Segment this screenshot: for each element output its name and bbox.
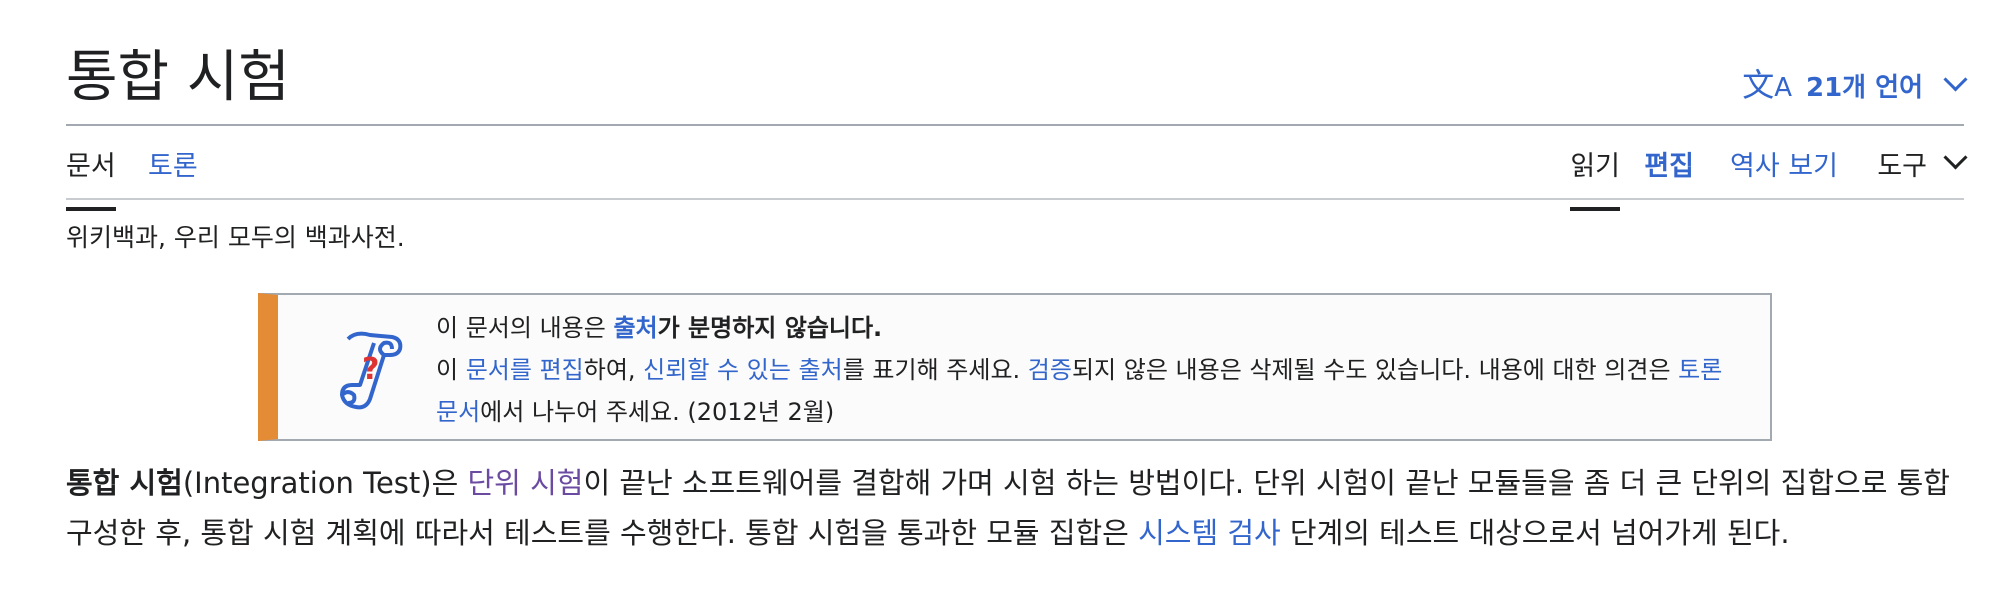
language-button-label: 21개 언어 xyxy=(1806,72,1923,103)
translate-icon: 文A xyxy=(1742,66,1792,104)
link-reliable-sources[interactable]: 신뢰할 수 있는 출처 xyxy=(643,356,843,384)
chevron-down-icon xyxy=(1943,145,1968,170)
svg-text:?: ? xyxy=(362,352,379,387)
page-tabs: 문서 토론 읽기 편집 역사 보기 도구 xyxy=(66,126,1968,211)
tools-menu[interactable]: 도구 xyxy=(1877,144,1968,207)
site-tagline: 위키백과, 우리 모두의 백과사전. xyxy=(66,223,405,252)
notice-text: 이 문서의 내용은 출처가 분명하지 않습니다. 이 문서를 편집하여, 신뢰할… xyxy=(436,307,1742,433)
link-edit-article[interactable]: 문서를 편집 xyxy=(466,356,584,384)
article-intro-paragraph: 통합 시험(Integration Test)은 단위 시험이 끝난 소프트웨어… xyxy=(66,466,1950,550)
notice-line-2: 이 문서를 편집하여, 신뢰할 수 있는 출처를 표기해 주세요. 검증되지 않… xyxy=(436,356,1723,426)
link-unit-test[interactable]: 단위 시험 xyxy=(467,466,583,500)
link-system-test[interactable]: 시스템 검사 xyxy=(1138,516,1281,550)
tab-read[interactable]: 읽기 xyxy=(1570,144,1620,211)
tab-talk[interactable]: 토론 xyxy=(148,144,198,207)
page-title: 통합 시험 xyxy=(66,45,290,110)
page-header: 통합 시험 文A 21개 언어 xyxy=(66,40,1968,126)
tab-edit[interactable]: 편집 xyxy=(1644,144,1694,207)
tab-article[interactable]: 문서 xyxy=(66,144,116,211)
tools-label: 도구 xyxy=(1877,151,1927,182)
scroll-question-icon: ? xyxy=(340,331,403,410)
notice-line-1: 이 문서의 내용은 출처가 분명하지 않습니다. xyxy=(436,314,883,342)
language-button[interactable]: 文A 21개 언어 xyxy=(1742,62,1968,108)
chevron-down-icon xyxy=(1943,66,1968,92)
link-sources[interactable]: 출처 xyxy=(613,314,657,342)
unsourced-notice-box: ? 이 문서의 내용은 출처가 분명하지 않습니다. 이 문서를 편집하여, 신… xyxy=(258,293,1772,441)
article-bold-term: 통합 시험 xyxy=(66,466,183,500)
tab-view-history[interactable]: 역사 보기 xyxy=(1730,144,1838,207)
link-verification[interactable]: 검증 xyxy=(1028,356,1072,384)
